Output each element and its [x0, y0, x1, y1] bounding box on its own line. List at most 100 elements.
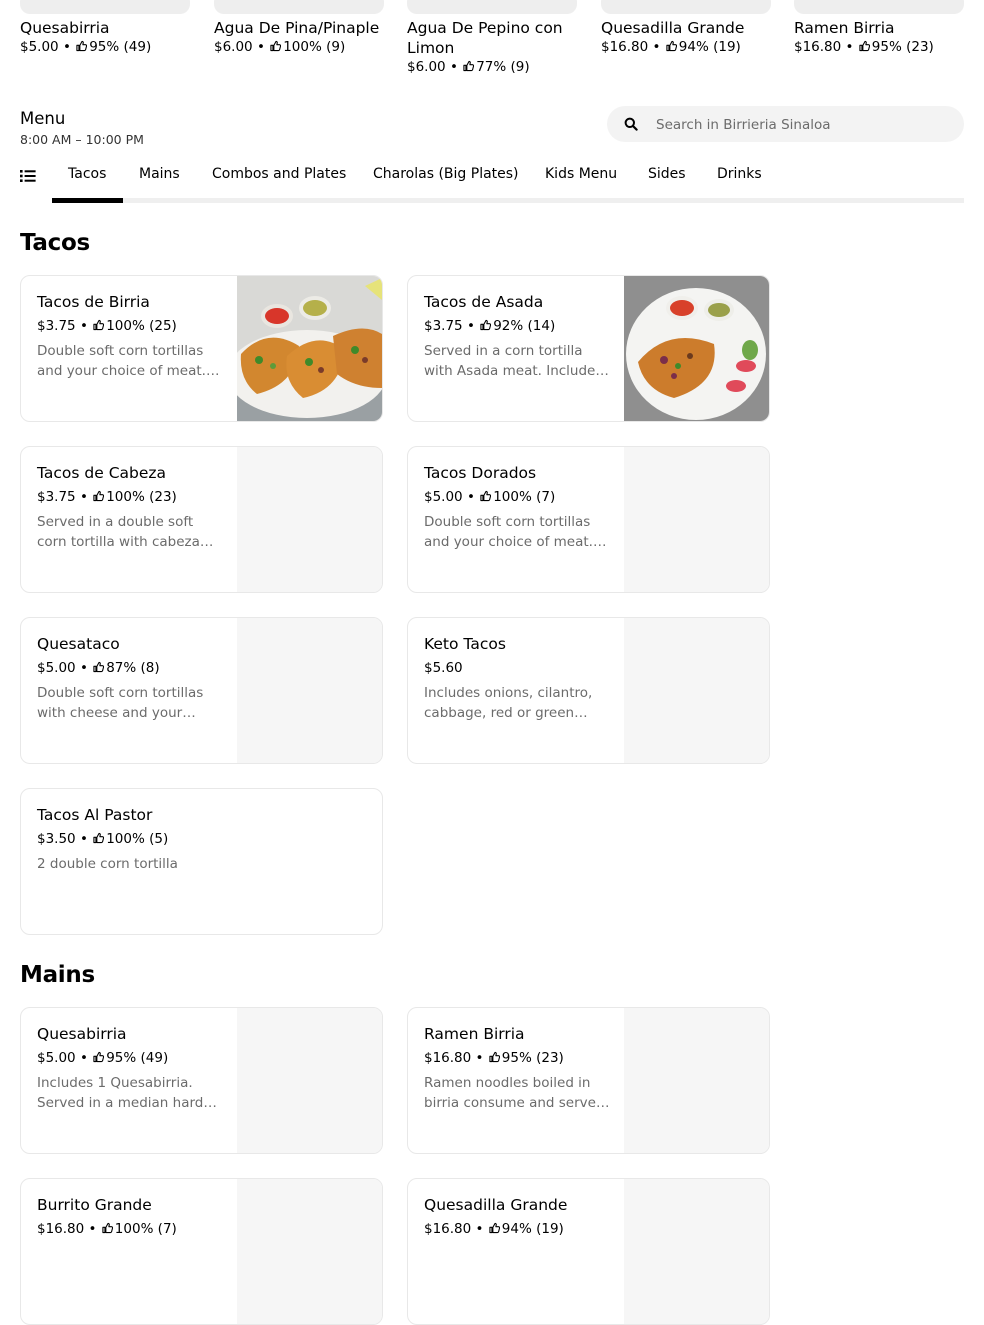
menu-item-image-placeholder[interactable]	[624, 447, 769, 592]
menu-item-card[interactable]: Tacos de Asada $3.75 • 92% (14) Served i…	[407, 275, 770, 422]
menu-item-image-placeholder[interactable]	[237, 1179, 382, 1324]
menu-item-price: $5.00	[424, 489, 463, 505]
menu-item-image-placeholder[interactable]	[237, 618, 382, 763]
featured-item-rating: 95% (23)	[871, 39, 934, 55]
menu-item-meta: $3.75 • 92% (14)	[424, 318, 556, 334]
featured-item-name: Agua De Pepino con Limon	[407, 19, 563, 57]
featured-item-image[interactable]	[20, 0, 190, 14]
tab-drinks[interactable]: Drinks	[717, 165, 762, 183]
featured-item-image[interactable]	[407, 0, 577, 14]
menu-item-meta: $5.60	[424, 659, 610, 677]
featured-item-meta: $16.80 • 94% (19)	[601, 39, 741, 55]
thumbs-up-icon	[93, 319, 104, 331]
menu-item-price: $16.80	[424, 1221, 472, 1237]
menu-item-name: Tacos Al Pastor	[37, 806, 153, 824]
menu-item-card[interactable]: Burrito Grande $16.80 • 100% (7)	[20, 1178, 383, 1325]
thumbs-up-icon	[102, 1222, 113, 1234]
search-bar[interactable]	[607, 106, 964, 144]
menu-item-description: Double soft corn tortillas and your choi…	[424, 514, 593, 550]
menu-item-name: Quesabirria	[37, 1025, 127, 1043]
thumbs-up-icon	[93, 661, 104, 673]
menu-item-image[interactable]	[624, 276, 769, 421]
menu-item-description: Double soft corn tortillas and your choi…	[37, 343, 206, 379]
menu-item-price: $3.75	[424, 318, 463, 334]
featured-item-name: Ramen Birria	[794, 19, 895, 37]
menu-item-card[interactable]: Keto Tacos $5.60 Includes onions, cilant…	[407, 617, 770, 764]
thumbs-up-icon	[666, 40, 677, 52]
menu-item-card[interactable]: Tacos de Cabeza $3.75 • 100% (23) Served…	[20, 446, 383, 593]
tab-kids-menu[interactable]: Kids Menu	[545, 165, 617, 183]
menu-hours: 8:00 AM – 10:00 PM	[20, 132, 144, 147]
menu-item-image[interactable]	[237, 276, 382, 421]
featured-item-image[interactable]	[601, 0, 771, 14]
menu-item-rating: 95% (23)	[501, 1050, 564, 1066]
category-tabs: Tacos Mains Combos and Plates Charolas (…	[20, 160, 964, 204]
menu-item-image-placeholder[interactable]	[237, 1008, 382, 1153]
featured-item-price: $16.80	[794, 39, 842, 55]
thumbs-up-icon	[93, 832, 104, 844]
menu-item-rating: 100% (5)	[106, 831, 169, 847]
featured-item-price: $16.80	[601, 39, 649, 55]
menu-item-card[interactable]: Tacos Al Pastor $3.50 • 100% (5) 2 doubl…	[20, 788, 383, 935]
menu-item-name: Quesataco	[37, 635, 120, 653]
search-input[interactable]	[654, 106, 948, 144]
menu-title: Menu	[20, 109, 66, 128]
menu-item-card[interactable]: Quesadilla Grande $16.80 • 94% (19)	[407, 1178, 770, 1325]
menu-item-name: Burrito Grande	[37, 1196, 152, 1214]
tab-combos-and-plates[interactable]: Combos and Plates	[212, 165, 346, 183]
featured-item-name: Agua De Pina/Pinaple	[214, 19, 380, 37]
thumbs-up-icon	[93, 490, 104, 502]
menu-item-name: Ramen Birria	[424, 1025, 525, 1043]
tab-mains[interactable]: Mains	[139, 165, 180, 183]
menu-item-price: $16.80	[37, 1221, 85, 1237]
featured-item-rating: 95% (49)	[89, 39, 152, 55]
menu-item-description: Served in a double soft corn tortilla wi…	[37, 514, 200, 550]
menu-item-rating: 100% (7)	[493, 489, 556, 505]
search-icon	[624, 117, 638, 131]
featured-items: Quesabirria $5.00 • 95% (49) Agua De Pin…	[20, 0, 964, 80]
menu-item-price: $5.00	[37, 660, 76, 676]
featured-item-image[interactable]	[794, 0, 964, 14]
menu-item-name: Quesadilla Grande	[424, 1196, 568, 1214]
menu-item-description: Includes 1 Quesabirria. Served in a medi…	[37, 1075, 204, 1111]
menu-item-price: $3.50	[37, 831, 76, 847]
thumbs-up-icon	[480, 319, 491, 331]
thumbs-up-icon	[93, 1051, 104, 1063]
menu-item-description: Served in a corn tortilla with Asada mea…	[424, 343, 603, 379]
menu-item-description: Includes onions, cilantro, cabbage, red …	[424, 685, 593, 721]
section-title-tacos: Tacos	[20, 230, 90, 256]
thumbs-up-icon	[489, 1051, 500, 1063]
menu-item-image-placeholder[interactable]	[624, 618, 769, 763]
menu-item-name: Tacos de Cabeza	[37, 464, 167, 482]
featured-item-meta: $5.00 • 95% (49)	[20, 39, 152, 55]
menu-item-card[interactable]: Tacos de Birria $3.75 • 100% (25) Double…	[20, 275, 383, 422]
tab-tacos[interactable]: Tacos	[68, 165, 106, 183]
menu-item-meta: $3.50 • 100% (5)	[37, 831, 169, 847]
menu-item-meta: $3.75 • 100% (25)	[37, 318, 177, 334]
menu-item-card[interactable]: Ramen Birria $16.80 • 95% (23) Ramen noo…	[407, 1007, 770, 1154]
menu-item-meta: $16.80 • 100% (7)	[37, 1221, 177, 1237]
menu-item-rating: 87% (8)	[106, 660, 160, 676]
featured-item-rating: 94% (19)	[678, 39, 741, 55]
menu-item-rating: 100% (25)	[106, 318, 177, 334]
section-title-mains: Mains	[20, 962, 95, 988]
menu-item-card[interactable]: Tacos Dorados $5.00 • 100% (7) Double so…	[407, 446, 770, 593]
featured-item-price: $6.00	[407, 59, 446, 75]
menu-item-price: $3.75	[37, 318, 76, 334]
active-tab-indicator	[52, 198, 123, 203]
menu-item-image-placeholder[interactable]	[624, 1008, 769, 1153]
featured-item-name: Quesadilla Grande	[601, 19, 745, 37]
menu-item-image-placeholder[interactable]	[237, 447, 382, 592]
menu-item-card[interactable]: Quesabirria $5.00 • 95% (49) Includes 1 …	[20, 1007, 383, 1154]
menu-item-price: $5.60	[424, 660, 463, 676]
tab-charolas[interactable]: Charolas (Big Plates)	[373, 165, 519, 183]
menu-item-rating: 92% (14)	[493, 318, 556, 334]
tab-track	[52, 198, 964, 203]
list-icon[interactable]	[20, 169, 36, 183]
menu-item-card[interactable]: Quesataco $5.00 • 87% (8) Double soft co…	[20, 617, 383, 764]
tab-sides[interactable]: Sides	[648, 165, 686, 183]
menu-item-image-placeholder[interactable]	[624, 1179, 769, 1324]
featured-item-image[interactable]	[214, 0, 384, 14]
menu-item-rating: 100% (7)	[114, 1221, 177, 1237]
thumbs-up-icon	[270, 40, 281, 52]
